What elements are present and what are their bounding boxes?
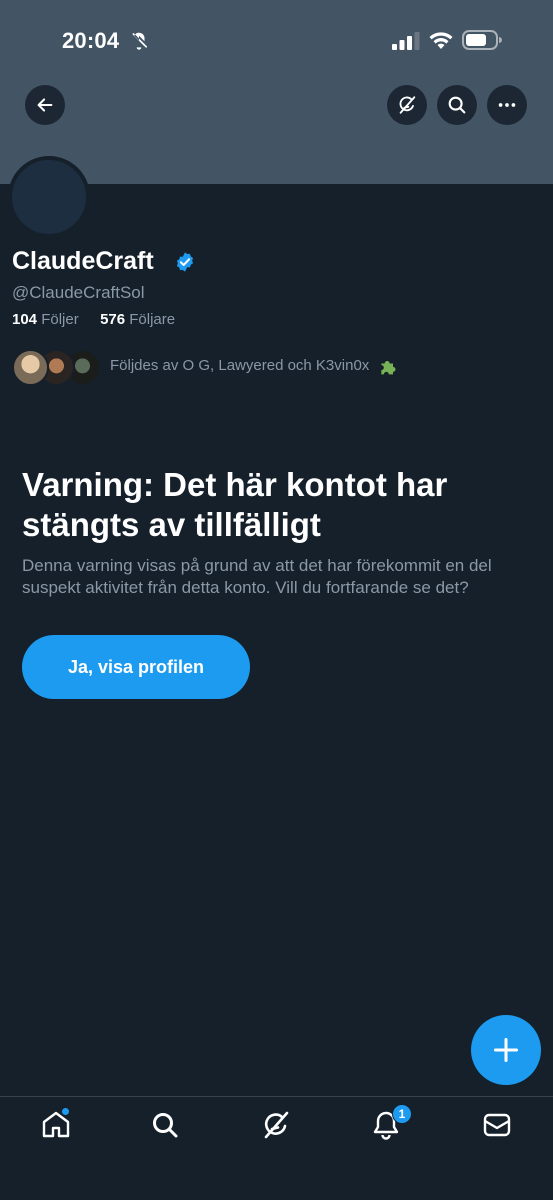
followed-by-text[interactable]: Följdes av O G, Lawyered och K3vin0x [110, 357, 369, 374]
battery-icon [462, 30, 502, 50]
plus-icon [493, 1037, 519, 1063]
grok-icon [399, 96, 416, 114]
followers-label: Följare [129, 311, 176, 328]
following-link[interactable]: 104 Följer [12, 311, 83, 328]
compose-button[interactable] [471, 1015, 541, 1085]
warning-text: Denna varning visas på grund av att det … [22, 556, 492, 597]
status-bar: 20:04 [0, 0, 553, 80]
following-label: Följer [41, 311, 79, 328]
status-time: 20:04 [62, 28, 120, 53]
search-icon [153, 1113, 178, 1138]
puzzle-piece-icon [381, 361, 396, 375]
bottom-nav: 1 [0, 1096, 553, 1200]
follow-stats: 104 Följer 576 Följare [12, 311, 175, 328]
more-button[interactable] [487, 85, 527, 125]
verified-badge-icon[interactable] [174, 251, 196, 273]
signal-icon [392, 32, 420, 50]
grok-icon [264, 1111, 289, 1139]
warning-title: Varning: Det här kontot har stängts av t… [22, 466, 448, 543]
back-button[interactable] [25, 85, 65, 125]
grok-button[interactable] [387, 85, 427, 125]
wifi-icon [429, 32, 453, 49]
followed-by-avatars[interactable] [12, 349, 102, 387]
followers-link[interactable]: 576 Följare [100, 311, 175, 328]
profile-avatar[interactable] [8, 156, 90, 238]
bell-off-icon [131, 32, 148, 50]
messages-icon [483, 1113, 511, 1137]
following-count: 104 [12, 311, 38, 328]
followers-count: 576 [100, 311, 126, 328]
nav-messages[interactable] [481, 1109, 513, 1141]
search-icon [448, 96, 466, 114]
more-icon [498, 103, 516, 107]
nav-grok[interactable] [260, 1109, 292, 1141]
profile-handle: @ClaudeCraftSol [12, 283, 145, 302]
search-button[interactable] [437, 85, 477, 125]
notification-badge: 1 [392, 1104, 412, 1124]
show-profile-button[interactable]: Ja, visa profilen [22, 635, 250, 699]
avatar [12, 349, 49, 386]
nav-search[interactable] [149, 1109, 181, 1141]
display-name: ClaudeCraft [12, 247, 154, 275]
back-arrow-icon [37, 98, 53, 112]
home-unread-dot [61, 1107, 70, 1116]
